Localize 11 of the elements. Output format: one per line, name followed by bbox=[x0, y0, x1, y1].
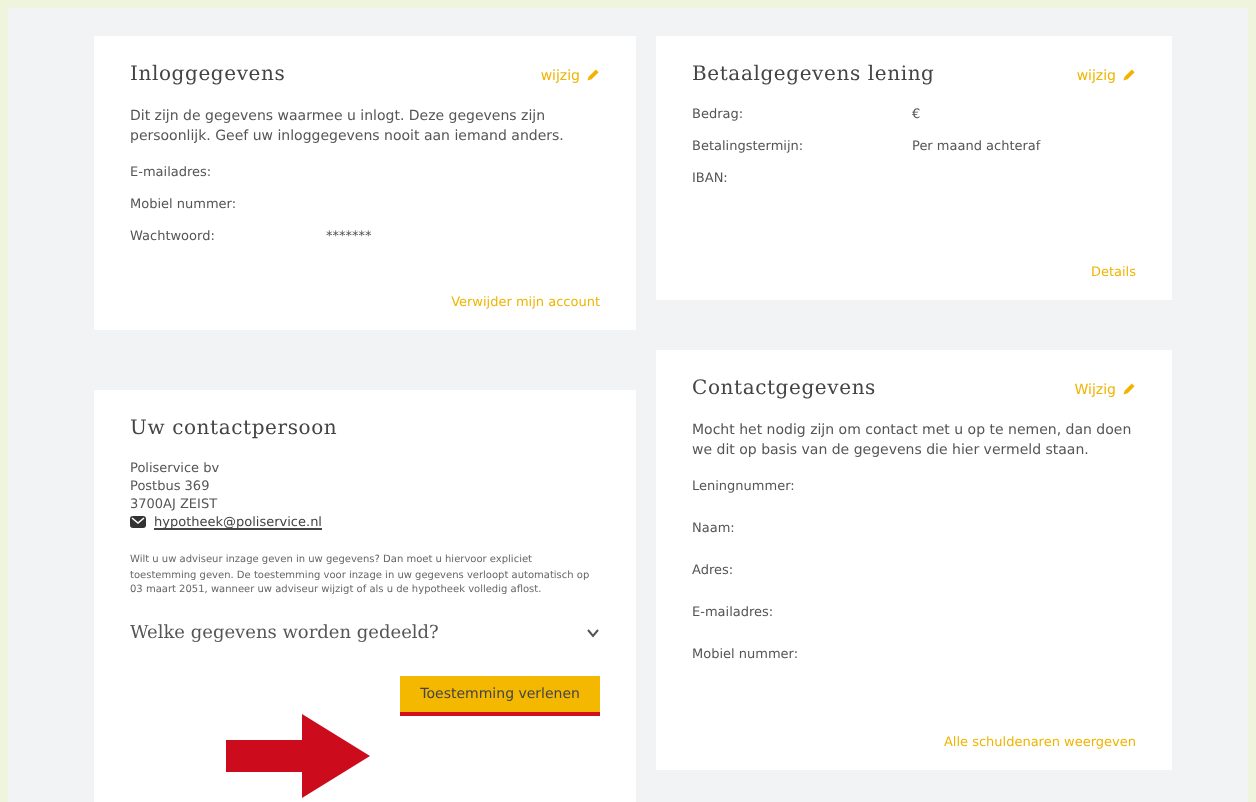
card-title: Contactgegevens bbox=[692, 378, 876, 400]
envelope-icon bbox=[130, 516, 146, 529]
card-title: Uw contactpersoon bbox=[130, 418, 338, 441]
pencil-icon bbox=[586, 68, 600, 82]
accordion-header[interactable]: Welke gegevens worden gedeeld? bbox=[130, 623, 600, 644]
chevron-icon bbox=[586, 628, 600, 639]
card-title: Inloggegevens bbox=[130, 64, 286, 86]
pencil-icon bbox=[1122, 382, 1136, 396]
card-title: Betaalgegevens lening bbox=[692, 64, 935, 86]
pencil-icon bbox=[1122, 68, 1136, 82]
arrow-icon bbox=[226, 714, 370, 799]
